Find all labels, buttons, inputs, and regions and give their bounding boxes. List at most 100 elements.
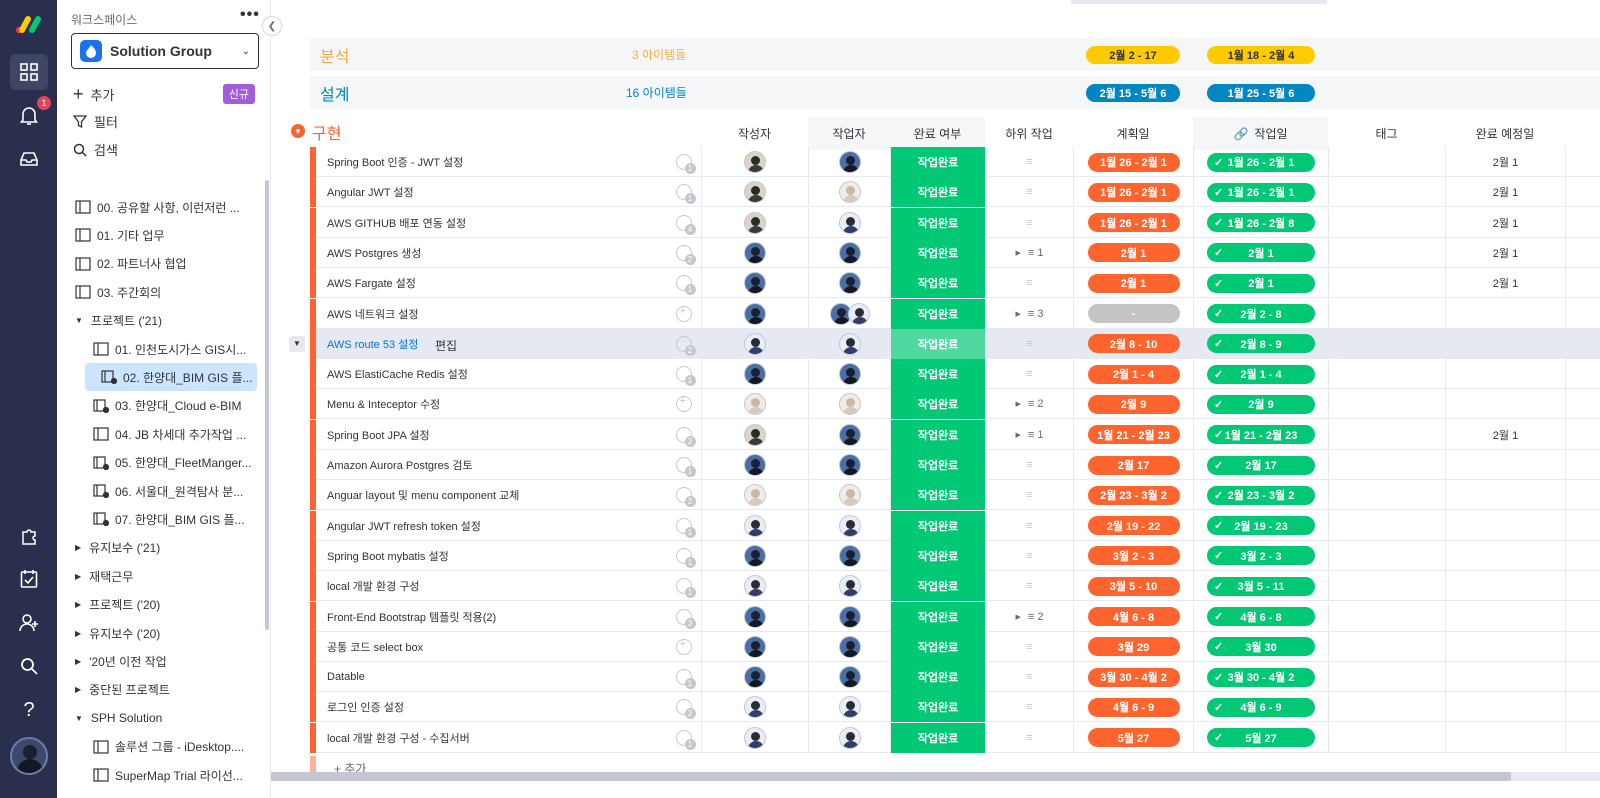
updates-bubble-icon[interactable]: 2 bbox=[675, 426, 696, 447]
sidebar-tree-item[interactable]: ▼ SPH Solution bbox=[57, 704, 257, 732]
collapsed-group[interactable]: 설계 16 아이템들 2월 15 - 5월 6 1월 25 - 5월 6 bbox=[310, 76, 1600, 109]
work-cell[interactable]: ✓ 1월 21 - 2월 23 bbox=[1193, 419, 1328, 450]
plan-cell[interactable]: 2월 1 bbox=[1073, 237, 1193, 268]
expand-caret-icon[interactable]: ▶ bbox=[1016, 431, 1021, 439]
plan-cell[interactable]: 2월 1 bbox=[1073, 268, 1193, 299]
person-avatar[interactable] bbox=[838, 181, 861, 204]
plan-cell[interactable]: 1월 21 - 2월 23 bbox=[1073, 419, 1193, 450]
user-avatar[interactable] bbox=[10, 737, 48, 775]
task-name[interactable]: Angular JWT refresh token 설정 bbox=[327, 511, 481, 541]
person-avatar[interactable] bbox=[744, 635, 766, 658]
subitems-icon[interactable]: ≡ bbox=[1026, 732, 1032, 744]
due-cell[interactable] bbox=[1445, 540, 1565, 571]
subtask-cell[interactable]: ≡ bbox=[985, 328, 1073, 359]
tag-cell[interactable] bbox=[1328, 177, 1445, 208]
sidebar-tree-item[interactable]: 01. 기타 업무 bbox=[57, 221, 257, 249]
table-row[interactable]: local 개발 환경 구성 1 작업완료 ≡ 3월 5 - 10 ✓ 3월 5 … bbox=[310, 571, 1600, 602]
status-cell[interactable]: 작업완료 bbox=[890, 207, 985, 238]
due-cell[interactable]: 2월 1 bbox=[1445, 177, 1565, 208]
notifications-bell-icon[interactable]: 1 bbox=[10, 96, 51, 134]
person-avatar[interactable] bbox=[838, 151, 861, 173]
plan-cell[interactable]: 1월 26 - 2월 1 bbox=[1073, 147, 1193, 177]
collapse-sidebar-button[interactable]: ❮ bbox=[262, 16, 282, 36]
table-row[interactable]: Angular JWT 설정 1 작업완료 ≡ 1월 26 - 2월 1 ✓ 1월… bbox=[310, 177, 1600, 208]
search-icon[interactable] bbox=[10, 648, 48, 684]
author-cell[interactable] bbox=[701, 450, 808, 480]
person-avatar[interactable] bbox=[744, 696, 766, 719]
person-avatar[interactable] bbox=[744, 575, 766, 598]
person-avatar[interactable] bbox=[838, 696, 861, 719]
subtask-cell[interactable]: ≡ bbox=[985, 450, 1073, 480]
person-avatar[interactable] bbox=[838, 575, 861, 598]
person-avatar[interactable] bbox=[744, 302, 766, 325]
work-cell[interactable]: ✓ 2월 1 - 4 bbox=[1193, 359, 1328, 390]
plan-cell[interactable]: 3월 30 - 4월 2 bbox=[1073, 662, 1193, 693]
person-avatar[interactable] bbox=[838, 726, 861, 749]
due-cell[interactable]: 2월 1 bbox=[1445, 237, 1565, 268]
expand-caret-icon[interactable]: ▶ bbox=[1016, 613, 1021, 621]
subtask-cell[interactable]: ≡ bbox=[985, 268, 1073, 299]
due-cell[interactable] bbox=[1445, 510, 1565, 541]
updates-bubble-icon[interactable]: 1 bbox=[675, 517, 696, 538]
plan-cell[interactable]: - bbox=[1073, 298, 1193, 329]
author-cell[interactable] bbox=[701, 207, 808, 238]
sidebar-tree-item[interactable]: ▶ '20년 이전 작업 bbox=[57, 647, 257, 675]
author-cell[interactable] bbox=[701, 298, 808, 329]
sidebar-tree-item[interactable]: 03. 주간회의 bbox=[57, 278, 257, 306]
person-avatar[interactable] bbox=[838, 423, 861, 446]
subtask-cell[interactable]: ≡ bbox=[985, 571, 1073, 602]
status-cell[interactable]: 작업완료 bbox=[890, 480, 985, 511]
due-cell[interactable]: 2월 1 bbox=[1445, 268, 1565, 299]
person-avatar[interactable] bbox=[744, 605, 766, 628]
plan-cell[interactable]: 4월 6 - 9 bbox=[1073, 692, 1193, 723]
person-avatar[interactable] bbox=[838, 332, 861, 355]
updates-bubble-icon[interactable]: 1 bbox=[675, 184, 696, 205]
sidebar-tree-item[interactable]: 00. 공유할 사항, 이런저런 ... bbox=[57, 193, 257, 221]
add-update-icon[interactable]: + bbox=[675, 638, 692, 655]
updates-bubble-icon[interactable]: 1 bbox=[675, 578, 696, 599]
subtask-cell[interactable]: ≡ bbox=[985, 359, 1073, 390]
work-cell[interactable]: ✓ 2월 1 bbox=[1193, 268, 1328, 299]
person-avatar[interactable] bbox=[744, 151, 766, 173]
work-cell[interactable]: ✓ 2월 9 bbox=[1193, 389, 1328, 420]
task-name[interactable]: Amazon Aurora Postgres 검토 bbox=[327, 450, 473, 480]
tag-cell[interactable] bbox=[1328, 631, 1445, 662]
subitems-icon[interactable]: ≡ bbox=[1026, 156, 1032, 168]
plan-cell[interactable]: 3월 5 - 10 bbox=[1073, 571, 1193, 602]
author-cell[interactable] bbox=[701, 601, 808, 632]
work-cell[interactable]: ✓ 3월 2 - 3 bbox=[1193, 540, 1328, 571]
work-cell[interactable]: ✓ 2월 2 - 8 bbox=[1193, 298, 1328, 329]
table-row[interactable]: 공통 코드 select box + 작업완료 ≡ 3월 29 ✓ 3월 30 bbox=[310, 631, 1600, 662]
worker-cell[interactable] bbox=[808, 328, 890, 359]
plan-cell[interactable]: 1월 26 - 2월 1 bbox=[1073, 177, 1193, 208]
work-cell[interactable]: ✓ 4월 6 - 8 bbox=[1193, 601, 1328, 632]
sidebar-tree-item[interactable]: 06. 서울대_원격탐사 분... bbox=[57, 477, 257, 505]
tag-cell[interactable] bbox=[1328, 601, 1445, 632]
status-cell[interactable]: 작업완료 bbox=[890, 540, 985, 571]
status-cell[interactable]: 작업완료 bbox=[890, 662, 985, 693]
subitems-icon[interactable]: ≡ bbox=[1026, 641, 1032, 653]
author-cell[interactable] bbox=[701, 571, 808, 602]
person-avatar[interactable] bbox=[838, 363, 861, 386]
status-cell[interactable]: 작업완료 bbox=[890, 631, 985, 662]
table-row[interactable]: AWS Postgres 생성 2 작업완료 ▶ ≡ 1 2월 1 ✓ 2월 1 2월… bbox=[310, 237, 1600, 268]
sidebar-tree-item[interactable]: SuperMap Trial 라이선... bbox=[57, 761, 257, 789]
updates-bubble-icon[interactable]: 2 bbox=[675, 244, 696, 265]
plan-cell[interactable]: 3월 29 bbox=[1073, 631, 1193, 662]
person-avatar[interactable] bbox=[744, 454, 766, 476]
tag-cell[interactable] bbox=[1328, 328, 1445, 359]
tag-cell[interactable] bbox=[1328, 268, 1445, 299]
my-work-calendar-icon[interactable] bbox=[10, 561, 48, 597]
table-row[interactable]: AWS route 53 설정 편집 2 작업완료 ≡ 2월 8 - 10 ✓ 2… bbox=[310, 328, 1600, 359]
worker-cell[interactable] bbox=[808, 207, 890, 238]
column-header-plan[interactable]: 계획일 bbox=[1073, 117, 1193, 150]
due-cell[interactable] bbox=[1445, 631, 1565, 662]
task-name[interactable]: Front-End Bootstrap 템플릿 적용(2) bbox=[327, 602, 496, 632]
due-cell[interactable] bbox=[1445, 692, 1565, 723]
person-avatar[interactable] bbox=[838, 454, 861, 476]
worker-cell[interactable] bbox=[808, 601, 890, 632]
sidebar-tree-item[interactable]: ▶ 프로젝트 ('20) bbox=[57, 591, 257, 619]
task-name[interactable]: Spring Boot JPA 설정 bbox=[327, 420, 430, 450]
due-cell[interactable]: 2월 1 bbox=[1445, 207, 1565, 238]
author-cell[interactable] bbox=[701, 692, 808, 723]
